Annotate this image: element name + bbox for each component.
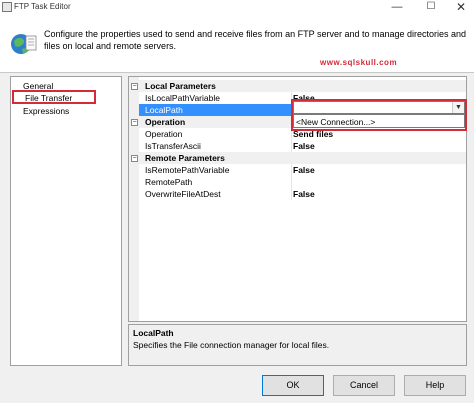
property-value[interactable]: False	[293, 141, 315, 151]
property-row-is-transfer-ascii[interactable]: IsTransferAscii False	[129, 140, 466, 152]
minimize-button[interactable]: —	[382, 0, 412, 16]
property-name: IsRemotePathVariable	[145, 165, 230, 175]
property-name: IsLocalPathVariable	[145, 93, 220, 103]
property-name: IsTransferAscii	[145, 141, 201, 151]
header-description: Configure the properties used to send an…	[44, 29, 467, 51]
close-button[interactable]: ✕	[446, 0, 474, 16]
help-button[interactable]: Help	[404, 375, 466, 396]
dropdown-highlight-box	[291, 99, 467, 131]
nav-item-file-transfer[interactable]: File Transfer	[12, 90, 96, 104]
column-divider	[291, 164, 292, 176]
cancel-button[interactable]: Cancel	[333, 375, 395, 396]
watermark-text: www.sqlskull.com	[320, 58, 398, 67]
property-row-is-remote-path-variable[interactable]: IsRemotePathVariable False	[129, 164, 466, 176]
category-label: Operation	[145, 117, 186, 127]
collapse-icon[interactable]: −	[131, 83, 138, 90]
column-divider	[291, 140, 292, 152]
collapse-icon[interactable]: −	[131, 119, 138, 126]
description-title: LocalPath	[133, 328, 174, 338]
property-row-remote-path[interactable]: RemotePath	[129, 176, 466, 188]
category-local-parameters[interactable]: − Local Parameters	[129, 80, 466, 92]
description-text: Specifies the File connection manager fo…	[133, 340, 330, 350]
property-name: RemotePath	[145, 177, 193, 187]
property-value[interactable]: False	[293, 189, 315, 199]
page-navigation-list: General File Transfer Expressions	[10, 76, 122, 366]
ok-button[interactable]: OK	[262, 375, 324, 396]
ftp-task-icon	[11, 34, 37, 54]
property-name: LocalPath	[145, 105, 183, 115]
collapse-icon[interactable]: −	[131, 155, 138, 162]
category-label: Remote Parameters	[145, 153, 225, 163]
property-value[interactable]: False	[293, 165, 315, 175]
column-divider	[291, 188, 292, 200]
window-title: FTP Task Editor	[14, 2, 71, 11]
nav-item-expressions[interactable]: Expressions	[23, 106, 69, 117]
title-bar: FTP Task Editor — ☐ ✕	[0, 0, 474, 16]
property-row-overwrite-file-at-dest[interactable]: OverwriteFileAtDest False	[129, 188, 466, 200]
app-icon	[2, 2, 12, 12]
property-description-panel: LocalPath Specifies the File connection …	[128, 324, 467, 366]
category-remote-parameters[interactable]: − Remote Parameters	[129, 152, 466, 164]
maximize-button[interactable]: ☐	[416, 0, 446, 16]
property-name: OverwriteFileAtDest	[145, 189, 221, 199]
property-name: Operation	[145, 129, 183, 139]
column-divider	[291, 176, 292, 188]
dialog-header: Configure the properties used to send an…	[0, 16, 474, 72]
category-label: Local Parameters	[145, 81, 216, 91]
